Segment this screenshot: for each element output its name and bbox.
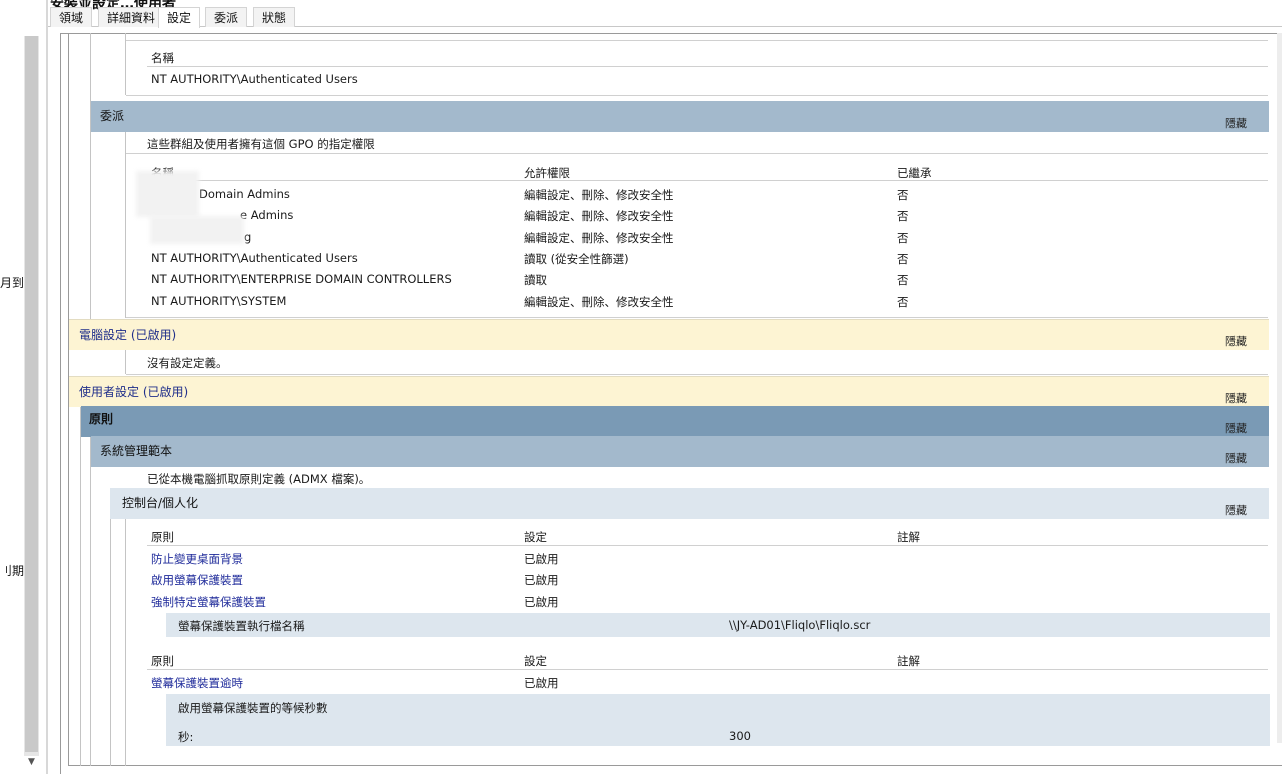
detail-label: 螢幕保護裝置執行檔名稱 <box>178 619 305 633</box>
table-cell: 編輯設定、刪除、修改安全性 <box>524 188 674 202</box>
table-cell: Domain Admins <box>199 187 290 201</box>
section-title: 系統管理範本 <box>100 444 173 458</box>
table-cell: 否 <box>897 231 909 245</box>
table-cell: 已啟用 <box>524 595 559 609</box>
column-header-comment: 註解 <box>897 530 920 544</box>
report-scrollbar[interactable] <box>1277 33 1282 743</box>
section-title: 控制台/個人化 <box>122 496 199 510</box>
column-header-setting: 設定 <box>524 654 547 668</box>
section-delegation: 委派 隱藏 <box>91 101 1269 132</box>
chevron-down-icon[interactable]: ▼ <box>24 754 39 770</box>
column-header-policy: 原則 <box>151 654 174 668</box>
detail-title: 啟用螢幕保護裝置的等候秒數 <box>178 701 328 715</box>
detail-value: 300 <box>729 729 751 743</box>
section-user-config: 使用者設定 (已啟用) 隱藏 <box>69 376 1269 407</box>
table-cell: 否 <box>897 188 909 202</box>
section-title: 電腦設定 (已啟用) <box>79 328 177 342</box>
redacted-area <box>150 216 244 244</box>
table-cell: 編輯設定、刪除、修改安全性 <box>524 295 674 309</box>
pane-divider[interactable] <box>46 0 48 774</box>
redacted-area <box>136 171 199 217</box>
left-fragment: 月到 <box>0 276 25 290</box>
table-cell: 否 <box>897 295 909 309</box>
tab-delegation[interactable]: 委派 <box>205 7 248 27</box>
admin-templates-description: 已從本機電腦抓取原則定義 (ADMX 檔案)。 <box>147 472 371 486</box>
hide-link[interactable]: 隱藏 <box>1225 502 1247 518</box>
policy-link[interactable]: 防止變更桌面背景 <box>151 551 243 567</box>
hide-link[interactable]: 隱藏 <box>1225 333 1247 349</box>
policy-link[interactable]: 螢幕保護裝置逾時 <box>151 675 243 691</box>
tab-details[interactable]: 詳細資料 <box>98 7 165 27</box>
policy-detail-panel <box>166 613 1270 637</box>
hide-link[interactable]: 隱藏 <box>1225 420 1247 436</box>
policy-link[interactable]: 強制特定螢幕保護裝置 <box>151 594 266 610</box>
tab-settings[interactable]: 設定 <box>158 7 201 28</box>
table-cell: NT AUTHORITY\SYSTEM <box>151 294 287 308</box>
column-header-name: 名稱 <box>151 51 174 65</box>
table-cell: NT AUTHORITY\Authenticated Users <box>151 251 358 265</box>
policy-detail-panel <box>166 694 1270 746</box>
table-cell: g <box>244 230 252 244</box>
table-cell: e Admins <box>240 208 294 222</box>
tab-status[interactable]: 狀態 <box>253 7 296 27</box>
table-cell: 否 <box>897 273 909 287</box>
left-scrollbar-thumb[interactable] <box>25 36 38 752</box>
table-cell: 讀取 (從安全性篩選) <box>524 252 629 266</box>
table-cell: 否 <box>897 209 909 223</box>
section-admin-templates: 系統管理範本 隱藏 <box>91 436 1269 467</box>
section-title: 使用者設定 (已啟用) <box>79 385 189 399</box>
table-cell: 已啟用 <box>524 552 559 566</box>
column-header-setting: 設定 <box>524 530 547 544</box>
hide-link[interactable]: 隱藏 <box>1225 390 1247 406</box>
empty-message: 沒有設定定義。 <box>147 356 228 370</box>
table-cell: 已啟用 <box>524 573 559 587</box>
table-cell: NT AUTHORITY\ENTERPRISE DOMAIN CONTROLLE… <box>151 272 452 286</box>
table-cell: NT AUTHORITY\Authenticated Users <box>151 72 358 86</box>
table-cell: 編輯設定、刪除、修改安全性 <box>524 209 674 223</box>
section-title: 委派 <box>100 109 125 123</box>
table-cell: 編輯設定、刪除、修改安全性 <box>524 231 674 245</box>
hide-link[interactable]: 隱藏 <box>1225 450 1247 466</box>
left-fragment: 刂期 <box>0 564 25 578</box>
delegation-description: 這些群組及使用者擁有這個 GPO 的指定權限 <box>147 137 375 151</box>
detail-label: 秒: <box>178 730 194 744</box>
section-control-panel: 控制台/個人化 隱藏 <box>110 488 1269 519</box>
table-cell: 讀取 <box>524 273 547 287</box>
section-computer-config: 電腦設定 (已啟用) 隱藏 <box>69 319 1269 350</box>
column-header-comment: 註解 <box>897 654 920 668</box>
column-header-permission: 允許權限 <box>524 166 570 180</box>
detail-value: \\JY-AD01\Fliqlo\Fliqlo.scr <box>729 618 871 632</box>
table-cell: 否 <box>897 252 909 266</box>
policy-link[interactable]: 啟用螢幕保護裝置 <box>151 572 243 588</box>
column-header-inherited: 已繼承 <box>897 166 932 180</box>
table-cell: 已啟用 <box>524 676 559 690</box>
tab-scope[interactable]: 領域 <box>50 7 93 27</box>
hide-link[interactable]: 隱藏 <box>1225 115 1247 131</box>
section-title: 原則 <box>89 412 114 426</box>
column-header-policy: 原則 <box>151 530 174 544</box>
section-policies: 原則 隱藏 <box>81 406 1269 437</box>
